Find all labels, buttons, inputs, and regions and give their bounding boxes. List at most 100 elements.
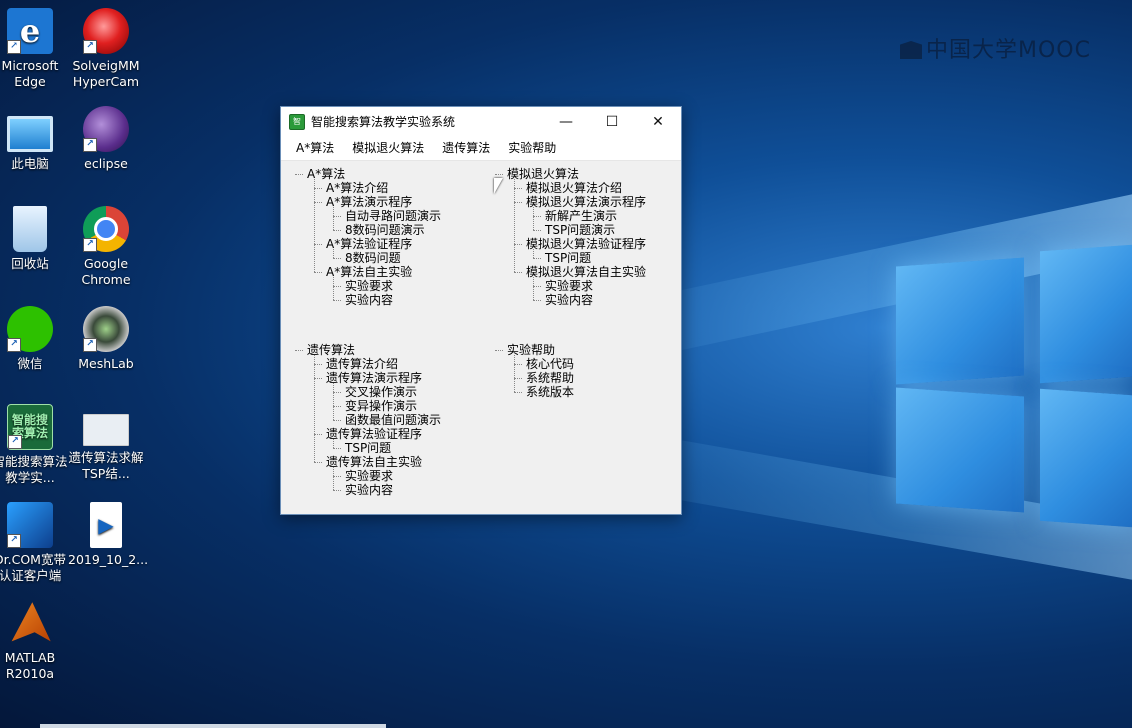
tree-node[interactable]: A*算法介绍 <box>326 181 388 195</box>
tree-node[interactable]: 实验要求 <box>345 279 393 293</box>
tree-connector <box>314 434 322 435</box>
tree-node[interactable]: 遗传算法验证程序 <box>326 427 422 441</box>
close-button[interactable]: ✕ <box>635 107 681 136</box>
tree-node[interactable]: TSP问题演示 <box>545 223 615 237</box>
tree-node[interactable]: 模拟退火算法自主实验 <box>526 265 646 279</box>
tree-connector <box>314 272 322 273</box>
eclipse-icon: ↗ <box>83 106 129 152</box>
tree-connector <box>333 392 341 393</box>
menu-astar[interactable]: A*算法 <box>287 137 343 159</box>
desktop-icon-hypercam[interactable]: ↗ SolveigMM HyperCam <box>68 8 144 90</box>
tree-node[interactable]: A*算法演示程序 <box>326 195 412 209</box>
tree-node[interactable]: TSP问题 <box>545 251 591 265</box>
tree-connector <box>333 216 341 217</box>
tree-node[interactable]: 模拟退火算法演示程序 <box>526 195 646 209</box>
tree-node[interactable]: A*算法验证程序 <box>326 237 412 251</box>
desktop-icon-drcom[interactable]: ↗ Dr.COM宽带认证客户端 <box>0 502 68 584</box>
tree-node[interactable]: 8数码问题演示 <box>345 223 425 237</box>
desktop-icon-meshlab[interactable]: ↗ MeshLab <box>68 306 144 372</box>
tree-connector <box>333 230 341 231</box>
maximize-button[interactable]: ☐ <box>589 107 635 136</box>
mooc-logo-icon <box>900 41 922 59</box>
desktop-icon-smart-search[interactable]: 智能搜索算法↗ 智能搜索算法教学实... <box>0 404 68 486</box>
tree-node[interactable]: 遗传算法介绍 <box>326 357 398 371</box>
desktop-icon-label: 此电脑 <box>11 156 49 171</box>
tree-connector <box>333 448 341 449</box>
app-icon: 智 <box>289 113 305 130</box>
drcom-icon: ↗ <box>7 502 53 548</box>
tree-node[interactable]: 实验要求 <box>345 469 393 483</box>
desktop-icon-label: Dr.COM宽带认证客户端 <box>0 552 66 583</box>
shortcut-arrow-icon: ↗ <box>83 40 97 54</box>
tree-node[interactable]: 实验内容 <box>345 293 393 307</box>
desktop-icon-chrome[interactable]: ↗ Google Chrome <box>68 206 144 288</box>
tree-connector <box>314 179 315 272</box>
tree-node[interactable]: 实验要求 <box>545 279 593 293</box>
tree-node[interactable]: 实验内容 <box>345 483 393 497</box>
edge-icon: e ↗ <box>7 8 53 54</box>
tree-node[interactable]: 核心代码 <box>526 357 574 371</box>
tree-connector <box>333 286 341 287</box>
menu-genetic-algorithm[interactable]: 遗传算法 <box>433 137 499 159</box>
desktop-icon-label: MeshLab <box>78 356 134 371</box>
desktop-icon-matlab[interactable]: MATLAB R2010a <box>0 600 68 682</box>
tree-root-node[interactable]: A*算法 <box>307 167 345 181</box>
tree-node[interactable]: 模拟退火算法介绍 <box>526 181 622 195</box>
minimize-button[interactable]: — <box>543 107 589 136</box>
tree-node[interactable]: 实验内容 <box>545 293 593 307</box>
mouse-cursor-icon <box>494 178 503 194</box>
tree-connector <box>533 258 541 259</box>
tree-node[interactable]: 模拟退火算法验证程序 <box>526 237 646 251</box>
tree-node[interactable]: 变异操作演示 <box>345 399 417 413</box>
smart-search-app-icon: 智能搜索算法 ↗ <box>7 404 53 450</box>
desktop-icon-label: 智能搜索算法教学实... <box>0 454 68 485</box>
desktop-icon-label: 遗传算法求解TSP结... <box>68 450 144 481</box>
tree-node[interactable]: TSP问题 <box>345 441 391 455</box>
shortcut-arrow-icon: ↗ <box>7 338 21 352</box>
desktop-icon-ga-tsp[interactable]: 遗传算法求解TSP结... <box>68 404 144 482</box>
title-bar[interactable]: 智 智能搜索算法教学实验系统 — ☐ ✕ <box>281 107 681 136</box>
menu-experiment-help[interactable]: 实验帮助 <box>499 137 565 159</box>
wallpaper-window-pane <box>1040 388 1132 528</box>
tree-node[interactable]: 新解产生演示 <box>545 209 617 223</box>
wechat-icon: ↗ <box>7 306 53 352</box>
tree-connector <box>333 300 341 301</box>
tree-node[interactable]: 系统帮助 <box>526 371 574 385</box>
tree-connector <box>295 350 303 351</box>
desktop-icon-edge[interactable]: e ↗ Microsoft Edge <box>0 8 68 90</box>
tree-node[interactable]: A*算法自主实验 <box>326 265 412 279</box>
shortcut-arrow-icon: ↗ <box>83 338 97 352</box>
tree-node[interactable]: 遗传算法演示程序 <box>326 371 422 385</box>
tree-connector <box>295 174 303 175</box>
tree-connector <box>314 202 322 203</box>
tree-connector <box>514 378 522 379</box>
tree-connector <box>533 207 534 230</box>
tree-connector <box>333 249 334 258</box>
tree-connector <box>333 420 341 421</box>
meshlab-icon: ↗ <box>83 306 129 352</box>
tree-root-node[interactable]: 模拟退火算法 <box>507 167 579 181</box>
wallpaper-window-pane <box>896 257 1024 385</box>
tree-node[interactable]: 交叉操作演示 <box>345 385 417 399</box>
tree-node[interactable]: 自动寻路问题演示 <box>345 209 441 223</box>
tree-connector <box>514 244 522 245</box>
menu-bar: A*算法 模拟退火算法 遗传算法 实验帮助 <box>281 136 681 161</box>
desktop-icon-label: MATLAB R2010a <box>4 650 56 681</box>
desktop-icon-video[interactable]: ▶ 2019_10_2... <box>68 502 148 568</box>
tree-node[interactable]: 8数码问题 <box>345 251 401 265</box>
shortcut-arrow-icon: ↗ <box>7 40 21 54</box>
desktop-icon-label: Google Chrome <box>81 256 131 287</box>
tree-connector <box>333 476 341 477</box>
desktop-icon-wechat[interactable]: ↗ 微信 <box>0 306 68 372</box>
tree-node[interactable]: 函数最值问题演示 <box>345 413 441 427</box>
menu-simulated-annealing[interactable]: 模拟退火算法 <box>343 137 433 159</box>
desktop-icon-this-pc[interactable]: 此电脑 <box>0 106 68 172</box>
tree-connector <box>333 439 334 448</box>
tree-connector <box>514 272 522 273</box>
desktop-icon-eclipse[interactable]: ↗ eclipse <box>68 106 144 172</box>
tree-connector <box>333 277 334 300</box>
desktop-icon-recycle-bin[interactable]: 回收站 <box>0 206 68 272</box>
tree-node[interactable]: 系统版本 <box>526 385 574 399</box>
tree-node[interactable]: 遗传算法自主实验 <box>326 455 422 469</box>
mooc-watermark: 中国大学MOOC <box>900 32 1091 64</box>
